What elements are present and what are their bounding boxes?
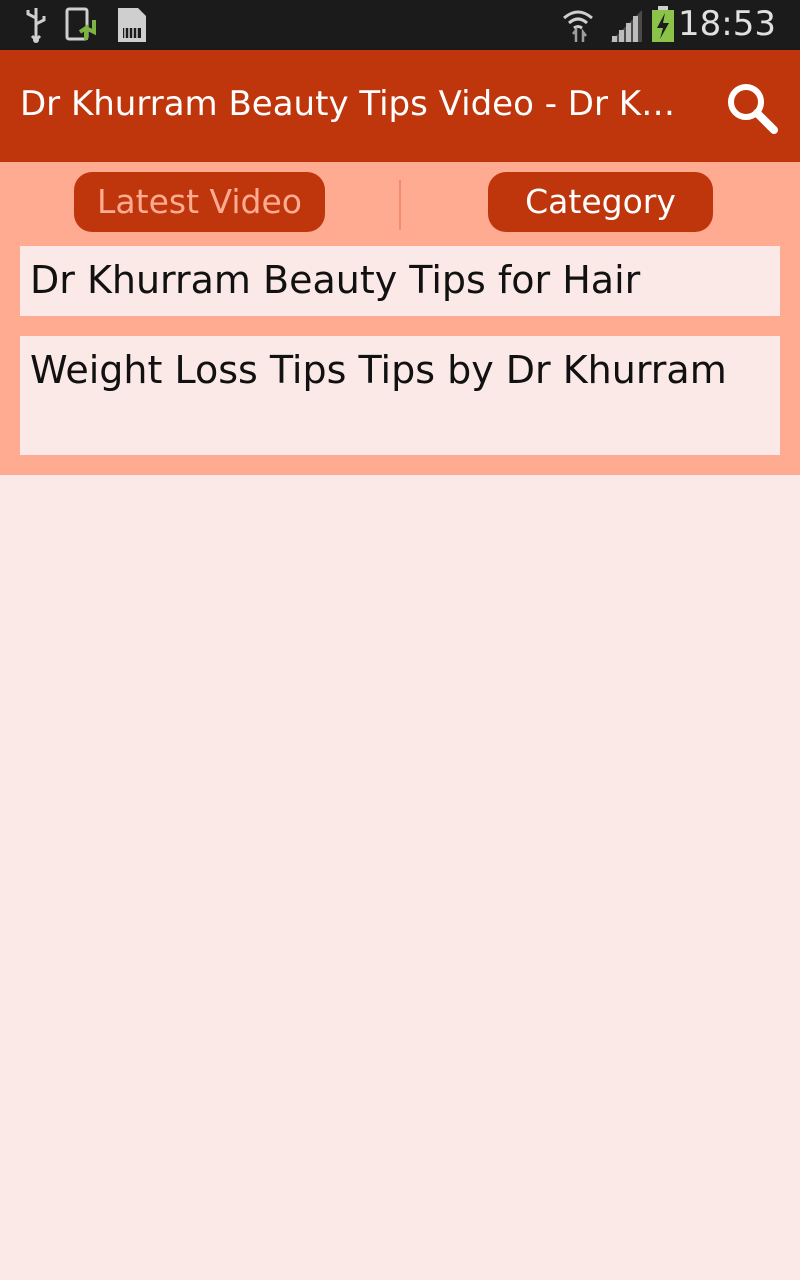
search-icon: [728, 84, 778, 134]
list-item[interactable]: Dr Khurram Beauty Tips for Hair: [20, 246, 780, 316]
wifi-icon: [563, 10, 593, 42]
battery-charging-icon: [652, 6, 674, 42]
tab-latest-video[interactable]: Latest Video: [74, 172, 325, 232]
app-bar: Dr Khurram Beauty Tips Video - Dr Khurra…: [0, 50, 800, 162]
sd-card-icon: [118, 8, 146, 42]
tab-divider: [399, 180, 401, 230]
signal-icon: [610, 10, 642, 42]
usb-icon: [26, 8, 46, 43]
screenshot-upload-icon: [65, 7, 96, 41]
list-item[interactable]: Weight Loss Tips Tips by Dr Khurram: [20, 336, 780, 455]
status-bar: 18:53: [0, 0, 800, 50]
status-time: 18:53: [678, 4, 776, 44]
content-panel: Latest Video Category Dr Khurram Beauty …: [0, 162, 800, 475]
app-title: Dr Khurram Beauty Tips Video - Dr Khurra…: [20, 84, 680, 124]
tab-category[interactable]: Category: [488, 172, 713, 232]
search-button[interactable]: [722, 78, 782, 138]
